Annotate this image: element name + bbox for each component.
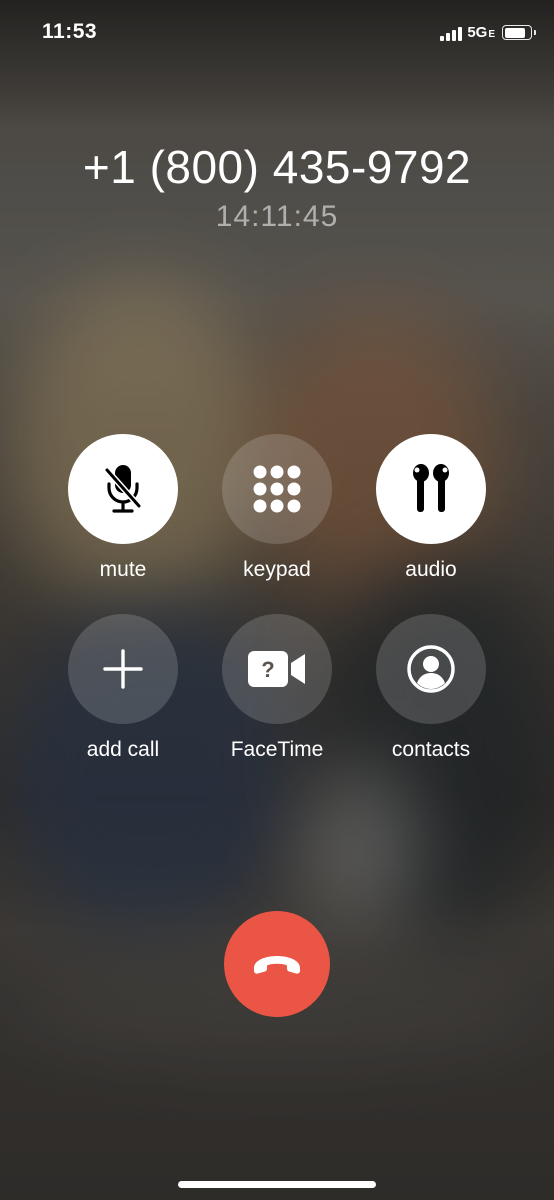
keypad-icon <box>253 465 301 513</box>
contacts-control[interactable]: contacts <box>361 614 501 762</box>
facetime-control[interactable]: ? FaceTime <box>207 614 347 762</box>
network-type: 5GE <box>467 24 495 41</box>
add-call-control[interactable]: add call <box>53 614 193 762</box>
status-time: 11:53 <box>42 20 98 43</box>
svg-text:?: ? <box>261 657 274 682</box>
cellular-signal-icon <box>440 25 463 41</box>
call-screen: 11:53 5GE +1 (800) 435-9792 14:11:45 mut… <box>0 0 554 1200</box>
call-duration: 14:11:45 <box>215 200 339 233</box>
contact-person-icon <box>407 645 455 693</box>
mic-slash-icon <box>104 465 142 513</box>
status-bar: 11:53 5GE <box>0 0 554 66</box>
audio-control[interactable]: audio <box>361 434 501 582</box>
airpods-icon <box>413 464 449 512</box>
keypad-label: keypad <box>243 558 311 581</box>
home-indicator[interactable] <box>178 1181 376 1188</box>
battery-icon <box>502 25 536 40</box>
contacts-button[interactable] <box>376 614 486 724</box>
phone-hangup-icon <box>254 956 300 974</box>
audio-button[interactable] <box>376 434 486 544</box>
add-call-label: add call <box>86 738 160 761</box>
facetime-label: FaceTime <box>230 738 324 761</box>
plus-icon <box>103 649 143 689</box>
audio-label: audio <box>405 558 457 581</box>
mute-button[interactable] <box>68 434 178 544</box>
keypad-button[interactable] <box>222 434 332 544</box>
facetime-video-icon: ? <box>248 651 305 687</box>
contacts-label: contacts <box>391 738 471 761</box>
caller-number: +1 (800) 435-9792 <box>82 141 472 193</box>
end-call-button[interactable] <box>224 911 330 1017</box>
mute-control[interactable]: mute <box>53 434 193 582</box>
facetime-button[interactable]: ? <box>222 614 332 724</box>
add-call-button[interactable] <box>68 614 178 724</box>
keypad-control[interactable]: keypad <box>207 434 347 582</box>
mute-label: mute <box>99 558 147 581</box>
